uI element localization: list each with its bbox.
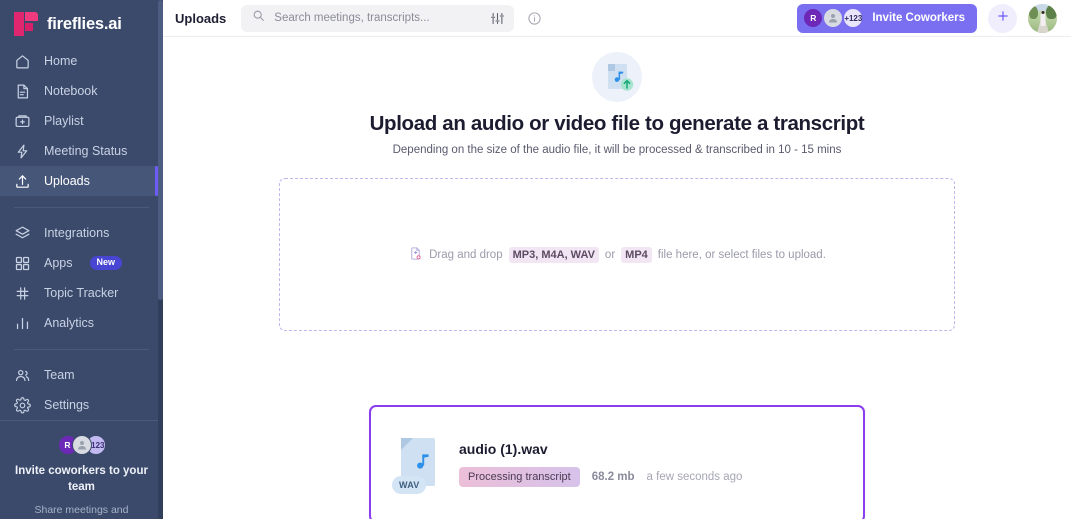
music-note-icon	[416, 453, 432, 475]
sidebar-item-settings[interactable]: Settings	[0, 390, 163, 420]
avatar-overflow-count: +123	[843, 8, 864, 28]
sidebar-item-label: Apps	[44, 256, 73, 270]
sidebar-item-integrations[interactable]: Integrations	[0, 218, 163, 248]
sidebar-item-playlist[interactable]: Playlist	[0, 106, 163, 136]
uploads-list: WAV audio (1).wav Processing transcript …	[369, 405, 865, 519]
notebook-icon	[14, 83, 31, 100]
layers-icon	[14, 225, 31, 242]
apps-new-badge: New	[89, 256, 123, 270]
info-circle-icon[interactable]	[527, 11, 542, 26]
sidebar-item-notebook[interactable]: Notebook	[0, 76, 163, 106]
lightning-icon	[14, 143, 31, 160]
upload-hero: Upload an audio or video file to generat…	[163, 37, 1071, 156]
avatar-placeholder-icon	[823, 8, 844, 28]
sidebar-item-apps[interactable]: Apps New	[0, 248, 163, 278]
avatar-placeholder-icon	[71, 435, 92, 455]
gear-icon	[14, 396, 31, 414]
sidebar-item-label: Integrations	[44, 226, 110, 240]
topbar-right: R +123 Invite Coworkers	[797, 3, 1057, 33]
sidebar-item-label: Topic Tracker	[44, 286, 119, 300]
dropzone-formats-secondary: MP4	[621, 246, 652, 263]
home-icon	[14, 53, 31, 70]
invite-subtitle: Share meetings and collaborate easily in…	[16, 503, 146, 519]
sidebar-item-label: Uploads	[44, 174, 90, 188]
grid-icon	[14, 255, 31, 272]
sidebar-item-label: Meeting Status	[44, 144, 128, 158]
file-add-icon	[408, 246, 423, 264]
file-type-chip: WAV	[392, 476, 427, 494]
search-icon	[252, 9, 265, 27]
wav-audio-file-icon: WAV	[392, 434, 441, 494]
sidebar-item-team[interactable]: Team	[0, 360, 163, 390]
sidebar-item-meeting-status[interactable]: Meeting Status	[0, 136, 163, 166]
dropzone-text-or: or	[604, 248, 616, 261]
sidebar-item-analytics[interactable]: Analytics	[0, 308, 163, 338]
sidebar-group-primary: Home Notebook Playlist Meeting Status Up…	[0, 46, 163, 196]
plus-icon	[996, 9, 1010, 28]
sidebar-item-label: Home	[44, 54, 78, 68]
sidebar-item-label: Playlist	[44, 114, 84, 128]
bar-chart-icon	[14, 315, 31, 332]
brand[interactable]: fireflies.ai	[0, 0, 163, 36]
audio-file-upload-icon	[592, 52, 642, 102]
main-content: Uploads R	[163, 0, 1071, 519]
invite-coworkers-label: Invite Coworkers	[872, 12, 965, 24]
file-name: audio (1).wav	[459, 441, 548, 457]
sidebar-item-label: Settings	[44, 398, 90, 412]
file-timestamp: a few seconds ago	[646, 471, 743, 483]
file-status-row: Processing transcript 68.2 mb a few seco…	[459, 467, 841, 487]
fireflies-logo-icon	[14, 12, 38, 36]
avatar-stack: R +123	[10, 435, 153, 455]
app-root: fireflies.ai Home Notebook Playlist Meet…	[0, 0, 1071, 519]
filter-sliders-icon[interactable]	[490, 11, 505, 26]
playlist-icon	[14, 113, 31, 130]
file-dropzone[interactable]: Drag and drop MP3, M4A, WAV or MP4 file …	[279, 178, 955, 331]
dropzone-text-after: file here, or select files to upload.	[657, 248, 826, 261]
dropzone-text-before: Drag and drop	[429, 248, 503, 261]
sidebar-item-label: Team	[44, 368, 75, 382]
hash-icon	[14, 285, 31, 302]
invite-coworkers-button[interactable]: R +123 Invite Coworkers	[797, 3, 977, 33]
sidebar-item-home[interactable]: Home	[0, 46, 163, 76]
hero-title: Upload an audio or video file to generat…	[369, 112, 865, 135]
hero-subtitle: Depending on the size of the audio file,…	[392, 144, 842, 156]
sidebar-item-uploads[interactable]: Uploads	[0, 166, 163, 196]
sidebar-nav: Home Notebook Playlist Meeting Status Up…	[0, 46, 163, 420]
topbar: Uploads R	[163, 0, 1071, 37]
search-input[interactable]	[274, 12, 482, 24]
sidebar-divider-1	[14, 207, 149, 208]
users-icon	[14, 367, 31, 384]
status-badge: Processing transcript	[459, 467, 580, 487]
sidebar: fireflies.ai Home Notebook Playlist Meet…	[0, 0, 163, 519]
invite-title: Invite coworkers to your team	[15, 465, 148, 493]
upload-icon	[14, 173, 31, 190]
sidebar-divider-2	[14, 349, 149, 350]
sidebar-group-secondary: Integrations Apps New Topic Tracker Anal…	[0, 218, 163, 338]
sidebar-item-label: Notebook	[44, 84, 98, 98]
file-meta: audio (1).wav Processing transcript 68.2…	[459, 441, 841, 487]
sidebar-invite-block[interactable]: R +123 Invite coworkers to your team Sha…	[0, 420, 163, 519]
brand-name: fireflies.ai	[47, 14, 122, 33]
user-avatar[interactable]	[1028, 3, 1057, 33]
avatar: R	[803, 8, 824, 28]
search-bar[interactable]	[241, 4, 515, 32]
file-size: 68.2 mb	[591, 471, 635, 483]
add-button[interactable]	[988, 3, 1017, 33]
upload-file-card[interactable]: WAV audio (1).wav Processing transcript …	[369, 405, 865, 519]
dropzone-text-row: Drag and drop MP3, M4A, WAV or MP4 file …	[408, 246, 826, 264]
sidebar-group-tertiary: Team Settings	[0, 360, 163, 420]
sidebar-item-topic-tracker[interactable]: Topic Tracker	[0, 278, 163, 308]
page-title: Uploads	[175, 10, 227, 26]
dropzone-formats-primary: MP3, M4A, WAV	[508, 246, 599, 263]
sidebar-item-label: Analytics	[44, 316, 95, 330]
